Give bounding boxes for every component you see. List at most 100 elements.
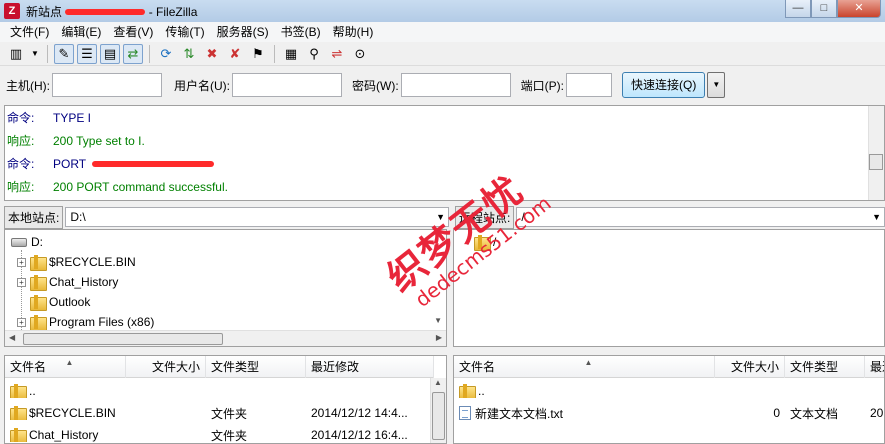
quickconnect-history-dropdown[interactable]: ▼ bbox=[707, 72, 726, 98]
menu-item-1[interactable]: 编辑(E) bbox=[55, 22, 107, 42]
tree-item[interactable]: + $RECYCLE.BIN bbox=[17, 252, 136, 272]
minimize-button[interactable]: — bbox=[785, 0, 811, 18]
column-header-1[interactable]: 文件大小 bbox=[715, 356, 785, 378]
quickconnect-bar: 主机(H): 用户名(U): 密码(W): 端口(P): 快速连接(Q) ▼ bbox=[0, 66, 885, 104]
redacted-port bbox=[92, 160, 215, 167]
password-input[interactable] bbox=[400, 73, 511, 97]
sync-browse-icon[interactable]: ⇌ bbox=[327, 44, 347, 64]
log-scrollbar-thumb[interactable] bbox=[869, 154, 883, 170]
local-directory-tree[interactable]: D: + $RECYCLE.BIN + Chat_History Outlook + Pro… bbox=[4, 229, 447, 347]
file-cell-type: 文本文档 bbox=[785, 405, 865, 422]
local-file-list-vscrollbar[interactable]: ▲ bbox=[430, 378, 446, 443]
remote-path-input[interactable]: / ▼ bbox=[516, 207, 885, 227]
dropdown-arrow-icon[interactable]: ▼ bbox=[29, 44, 41, 64]
disconnect-icon[interactable]: ✘ bbox=[225, 44, 245, 64]
scroll-up-icon[interactable]: ▲ bbox=[434, 378, 442, 387]
expand-icon[interactable]: + bbox=[17, 277, 26, 287]
log-message: PORT bbox=[53, 156, 87, 171]
maximize-button[interactable]: □ bbox=[811, 0, 837, 18]
column-header-2[interactable]: 文件类型 bbox=[785, 356, 865, 378]
message-log[interactable]: 命令: TYPE I 响应: 200 Type set to I. 命令: PORT 响应:… bbox=[4, 105, 885, 201]
tree-item[interactable]: + Chat_History bbox=[17, 272, 118, 292]
menu-item-2[interactable]: 查看(V) bbox=[107, 22, 159, 42]
column-header-1[interactable]: 文件大小 bbox=[126, 356, 206, 378]
filter-icon[interactable]: ▦ bbox=[281, 44, 301, 64]
reconnect-icon[interactable]: ⚑ bbox=[248, 44, 268, 64]
file-row[interactable]: .. bbox=[5, 380, 434, 402]
process-queue-icon[interactable]: ⇅ bbox=[179, 44, 199, 64]
local-file-list-vscroll-thumb[interactable] bbox=[432, 392, 445, 440]
toggle-queue-icon[interactable]: ⇄ bbox=[123, 43, 143, 64]
search-icon[interactable]: ⊙ bbox=[350, 44, 370, 64]
log-line: 响应: 200 PORT command successful. bbox=[5, 175, 884, 198]
tree-root-drive[interactable]: D: bbox=[11, 232, 43, 252]
folder-icon bbox=[10, 384, 27, 398]
port-input[interactable] bbox=[566, 73, 612, 97]
remote-file-list[interactable]: 文件名 ▲ 文件大小文件类型 最近修改 .. 新建文本文档.txt 0 文本文档 20 bbox=[453, 355, 885, 444]
menu-item-4[interactable]: 服务器(S) bbox=[211, 22, 275, 42]
close-button[interactable]: ✕ bbox=[837, 0, 881, 18]
local-file-list-header: 文件名 ▲ 文件大小 文件类型 最近修改 bbox=[5, 356, 434, 378]
compare-icon[interactable]: ⚲ bbox=[304, 44, 324, 64]
toggle-log-icon[interactable]: ✎ bbox=[54, 43, 74, 64]
toggle-tree-icon[interactable]: ☰ bbox=[77, 43, 97, 64]
file-row[interactable]: 新建文本文档.txt 0 文本文档 20 bbox=[454, 402, 884, 424]
local-tree-hscroll-thumb[interactable] bbox=[23, 333, 223, 345]
local-site-bar: 本地站点: D:\ ▼ bbox=[0, 205, 449, 229]
quickconnect-button[interactable]: 快速连接(Q) bbox=[622, 72, 706, 98]
log-label: 命令: bbox=[7, 111, 35, 125]
file-type: 文本文档 bbox=[790, 406, 839, 421]
window-controls: — □ ✕ bbox=[785, 0, 881, 18]
local-path-value: D:\ bbox=[70, 210, 86, 224]
column-header-3[interactable]: 最近修改 bbox=[865, 356, 884, 378]
column-header-0[interactable]: 文件名 ▲ bbox=[5, 356, 126, 378]
local-path-dropdown-icon[interactable]: ▼ bbox=[436, 208, 445, 226]
title-bar: Z 新站点 - FileZilla — □ ✕ bbox=[0, 0, 885, 22]
column-header-label: 文件大小 bbox=[151, 360, 200, 374]
toggle-remote-tree-icon[interactable]: ▤ bbox=[100, 43, 120, 64]
toolbar-separator bbox=[274, 44, 275, 63]
refresh-icon[interactable]: ⟳ bbox=[156, 44, 176, 64]
remote-path-dropdown-icon[interactable]: ▼ bbox=[872, 208, 881, 226]
menu-bar: 文件(F) 编辑(E) 查看(V) 传输(T) 服务器(S) 书签(B) 帮助(H) bbox=[0, 22, 885, 42]
menu-item-5[interactable]: 书签(B) bbox=[275, 22, 327, 42]
local-path-input[interactable]: D:\ ▼ bbox=[65, 207, 449, 227]
file-cell-modified: 2014/12/12 16:4... bbox=[306, 428, 434, 442]
column-header-label: 文件类型 bbox=[211, 360, 260, 374]
column-header-0[interactable]: 文件名 ▲ bbox=[454, 356, 715, 378]
toolbar: ▥ ▼ ✎ ☰ ▤ ⇄ ⟳ ⇅ ✖ ✘ ⚑ ▦ ⚲ ⇌ ⊙ bbox=[0, 42, 885, 66]
column-header-3[interactable]: 最近修改 bbox=[306, 356, 434, 378]
menu-item-3[interactable]: 传输(T) bbox=[159, 22, 210, 42]
tree-item[interactable]: + Program Files (x86) bbox=[17, 312, 154, 332]
username-input[interactable] bbox=[232, 73, 342, 97]
file-name: .. bbox=[29, 384, 36, 398]
remote-tree-root-label: / bbox=[493, 235, 497, 249]
expand-icon[interactable]: + bbox=[17, 317, 26, 327]
local-tree-hscrollbar[interactable]: ◀ ▶ bbox=[5, 330, 446, 346]
column-header-2[interactable]: 文件类型 bbox=[206, 356, 306, 378]
log-line: 命令: TYPE I bbox=[5, 106, 884, 129]
site-manager-icon[interactable]: ▥ bbox=[6, 44, 26, 64]
file-row[interactable]: .. bbox=[454, 380, 884, 402]
scroll-left-icon[interactable]: ◀ bbox=[9, 333, 15, 342]
file-cell-size: 0 bbox=[715, 406, 785, 420]
file-row[interactable]: $RECYCLE.BIN 文件夹 2014/12/12 14:4... bbox=[5, 402, 434, 424]
tree-item[interactable]: Outlook bbox=[17, 292, 90, 312]
local-file-list[interactable]: 文件名 ▲ 文件大小 文件类型 最近修改 .. $RECYCLE.BIN 文件夹 2014/1… bbox=[4, 355, 447, 444]
username-label: 用户名(U): bbox=[174, 78, 230, 93]
log-scrollbar[interactable] bbox=[868, 106, 884, 200]
file-type: 文件夹 bbox=[211, 406, 248, 421]
file-row[interactable]: Chat_History 文件夹 2014/12/12 16:4... bbox=[5, 424, 434, 444]
sort-ascending-icon: ▲ bbox=[584, 358, 593, 367]
menu-item-6[interactable]: 帮助(H) bbox=[327, 22, 380, 42]
remote-tree-root[interactable]: / bbox=[474, 232, 496, 252]
scroll-down-icon[interactable]: ▼ bbox=[434, 316, 442, 325]
remote-directory-tree[interactable]: / bbox=[453, 229, 885, 347]
host-input[interactable] bbox=[52, 73, 162, 97]
cancel-icon[interactable]: ✖ bbox=[202, 44, 222, 64]
expand-icon[interactable]: + bbox=[17, 257, 26, 267]
scroll-right-icon[interactable]: ▶ bbox=[436, 333, 442, 342]
menu-item-0[interactable]: 文件(F) bbox=[4, 22, 55, 42]
file-cell-type: 文件夹 bbox=[206, 427, 306, 444]
file-modified: 20 bbox=[870, 406, 884, 420]
